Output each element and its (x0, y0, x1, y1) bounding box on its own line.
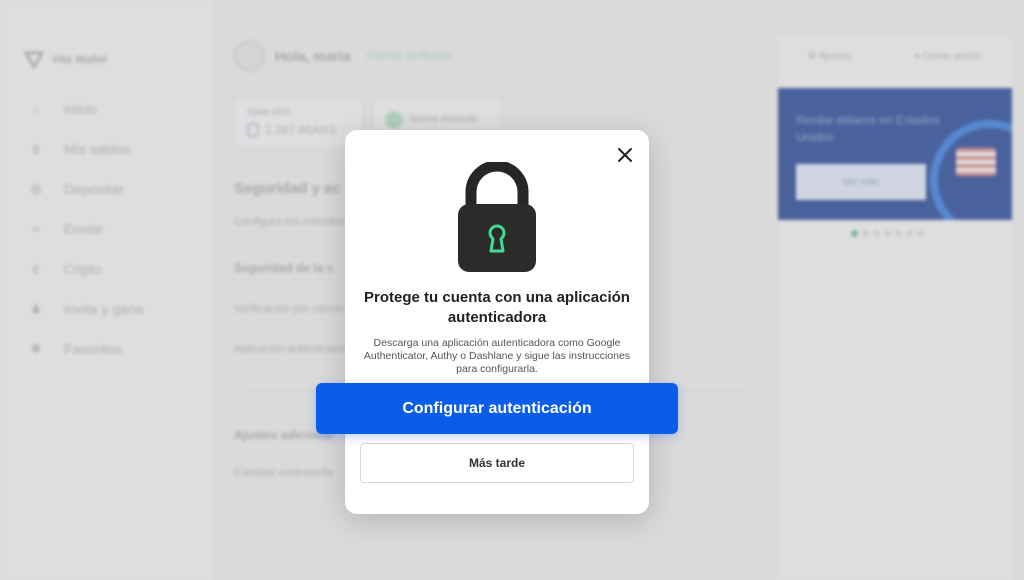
configure-authentication-button[interactable]: Configurar autenticación (316, 383, 678, 434)
modal-description: Descarga una aplicación autenticadora co… (363, 337, 631, 375)
later-button[interactable]: Más tarde (360, 443, 634, 483)
modal-title: Protege tu cuenta con una aplicación aut… (364, 289, 630, 326)
close-icon[interactable] (614, 144, 636, 166)
padlock-icon (458, 162, 536, 272)
